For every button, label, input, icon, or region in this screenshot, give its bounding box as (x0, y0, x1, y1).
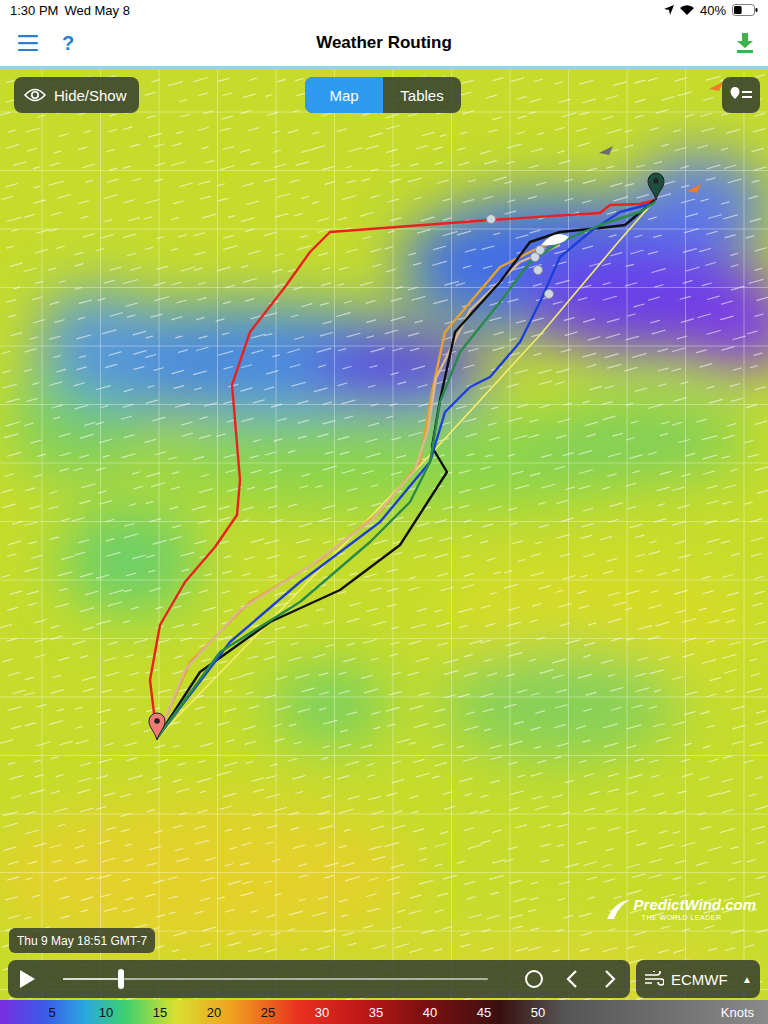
previous-icon[interactable] (566, 969, 578, 989)
waypoint-dot[interactable] (534, 266, 543, 275)
page-title: Weather Routing (0, 33, 768, 53)
battery-fill (734, 6, 742, 14)
model-arrow: ▲ (742, 974, 752, 985)
start-pin[interactable] (149, 713, 165, 740)
wind-icon (644, 971, 664, 987)
scale-tick: 15 (133, 1005, 187, 1020)
next-icon[interactable] (604, 969, 616, 989)
time-slider-thumb[interactable] (118, 969, 124, 989)
wind-map[interactable] (0, 70, 768, 1000)
waypoint-dot[interactable] (487, 215, 496, 224)
route-line[interactable] (150, 200, 655, 738)
map-view[interactable]: Hide/Show MapTables PredictWind.comTHE WOR… (0, 70, 768, 1000)
clock: 1:30 PM (10, 3, 58, 18)
scale-tick: 30 (295, 1005, 349, 1020)
route-line[interactable] (157, 202, 655, 738)
vessel-marker[interactable] (709, 82, 723, 91)
hide-show-label: Hide/Show (54, 87, 127, 104)
scale-tick: 35 (349, 1005, 403, 1020)
logo-swoosh-icon (605, 899, 631, 921)
route-line[interactable] (157, 200, 655, 738)
location-icon (664, 5, 674, 15)
logo-text: PredictWind.comTHE WORLD LEADER (634, 897, 756, 922)
reset-icon[interactable] (524, 969, 544, 989)
vessel-marker[interactable] (599, 146, 613, 155)
hide-show-button[interactable]: Hide/Show (14, 77, 139, 113)
waypoint-dot[interactable] (536, 246, 545, 255)
scale-tick: 50 (511, 1005, 565, 1020)
waypoint-dot[interactable] (545, 290, 554, 299)
date: Wed May 8 (64, 3, 130, 18)
playback-bar (8, 960, 630, 998)
model-name: ECMWF (671, 971, 728, 988)
vessel-marker[interactable] (687, 184, 701, 193)
forecast-time: Thu 9 May 18:51 GMT-7 (9, 928, 155, 953)
logo-brand: PredictWind.com (634, 897, 756, 913)
scale-tick: 20 (187, 1005, 241, 1020)
model-selector[interactable]: ECMWF ▲ (636, 960, 760, 998)
view-switch[interactable]: MapTables (305, 77, 461, 113)
legend-button[interactable] (722, 77, 760, 113)
time-slider[interactable] (63, 978, 488, 980)
time-slider-fill (63, 978, 121, 980)
battery-percent: 40% (700, 3, 726, 18)
battery-icon (732, 4, 758, 16)
boat-marker[interactable] (541, 234, 569, 245)
download-icon[interactable] (736, 33, 754, 53)
menu-icon[interactable] (18, 35, 38, 51)
scale-tick: 45 (457, 1005, 511, 1020)
predictwind-logo: PredictWind.comTHE WORLD LEADER (605, 897, 756, 922)
nav-bar: ?Weather Routing (0, 20, 768, 66)
route-line[interactable] (157, 200, 655, 738)
finish-pin[interactable] (648, 173, 664, 200)
view-tab[interactable]: Map (305, 77, 383, 113)
map-top-strip (0, 66, 768, 70)
scale-tick: 40 (403, 1005, 457, 1020)
legend-icon (730, 86, 752, 104)
route-line[interactable] (157, 240, 560, 738)
help-button[interactable]: ? (62, 32, 74, 55)
wind-scale: 5101520253035404550 Knots (0, 1000, 768, 1024)
scale-tick: 25 (241, 1005, 295, 1020)
logo-tagline: THE WORLD LEADER (634, 913, 756, 922)
route-line[interactable] (157, 204, 650, 738)
scale-tick: 5 (25, 1005, 79, 1020)
eye-icon (24, 88, 46, 102)
scale-unit: Knots (721, 1005, 768, 1020)
scale-tick: 10 (79, 1005, 133, 1020)
view-tab[interactable]: Tables (383, 77, 461, 113)
wifi-icon (680, 5, 694, 15)
status-bar: 1:30 PM Wed May 8 40% (0, 0, 768, 20)
play-icon[interactable] (18, 969, 36, 989)
route-line[interactable] (157, 245, 560, 738)
